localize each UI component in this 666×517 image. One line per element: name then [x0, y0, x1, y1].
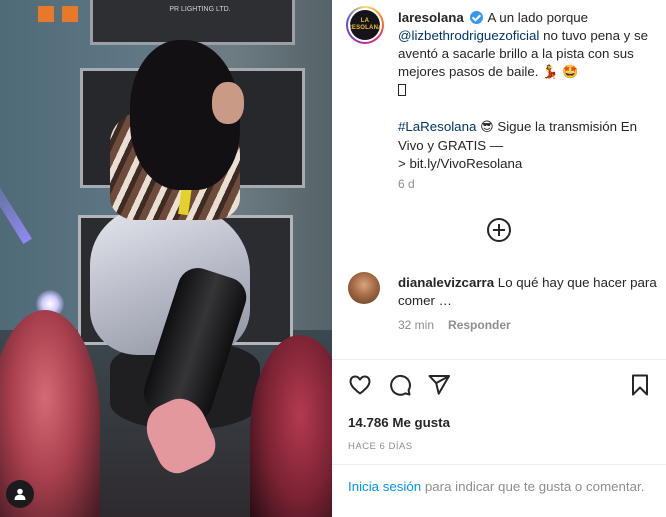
comment-body: dianalevizcarra Lo qué hay que hacer par… — [398, 274, 658, 310]
post-timestamp[interactable]: 6 d — [398, 177, 415, 191]
caption-block: LA RESOLANA laresolana A un lado porque … — [332, 0, 666, 258]
stage-light-orange — [62, 6, 78, 22]
post-caption: laresolana A un lado porque @lizbethrodr… — [398, 9, 658, 191]
post-media[interactable]: PR LIGHTING LTD. — [0, 0, 332, 517]
caption-text: A un lado porque — [487, 10, 589, 25]
post-panel: LA RESOLANA laresolana A un lado porque … — [332, 0, 666, 517]
missing-glyph-icon — [398, 84, 406, 96]
comment-item: dianalevizcarra Lo qué hay que hacer par… — [332, 268, 666, 348]
comment-timestamp[interactable]: 32 min — [398, 318, 434, 332]
action-bar — [332, 372, 666, 400]
caption-link: > bit.ly/VivoResolana — [398, 156, 523, 171]
login-prompt-text: para indicar que te gusta o comentar. — [424, 479, 645, 494]
login-prompt: Inicia sesión para indicar que te gusta … — [348, 478, 658, 496]
like-count[interactable]: 14.786 Me gusta — [348, 415, 450, 430]
share-icon[interactable] — [426, 372, 452, 398]
heart-icon[interactable] — [347, 372, 373, 398]
caption-hashtag[interactable]: #LaResolana — [398, 119, 476, 134]
crowd-person — [250, 335, 332, 517]
reply-button[interactable]: Responder — [448, 318, 511, 332]
commenter-avatar[interactable] — [348, 272, 380, 304]
dancer-face — [212, 82, 244, 124]
login-link[interactable]: Inicia sesión — [348, 479, 421, 494]
divider — [332, 359, 666, 360]
plus-circle-icon[interactable] — [487, 218, 511, 242]
account-avatar[interactable]: LA RESOLANA — [346, 6, 384, 44]
user-icon[interactable] — [6, 480, 34, 508]
account-avatar-label: LA RESOLANA — [350, 18, 380, 31]
sunglasses-emoji-icon: 😎 — [480, 120, 494, 135]
comment-meta: 32 min Responder — [398, 318, 511, 332]
equipment-case-label: PR LIGHTING LTD. — [169, 6, 231, 13]
caption-mention[interactable]: @lizbethrodriguezoficial — [398, 28, 539, 43]
comment-icon[interactable] — [387, 372, 413, 398]
commenter-username[interactable]: dianalevizcarra — [398, 275, 494, 290]
stage-light-orange — [38, 6, 54, 22]
divider — [332, 464, 666, 465]
post-date[interactable]: HACE 6 DÍAS — [348, 441, 413, 452]
star-eyes-emoji-icon: 🤩 — [562, 65, 579, 80]
verified-badge-icon — [469, 11, 483, 24]
account-username[interactable]: laresolana — [398, 10, 464, 25]
dancer-emoji-icon: 💃 — [542, 65, 559, 80]
bookmark-icon[interactable] — [627, 372, 653, 398]
